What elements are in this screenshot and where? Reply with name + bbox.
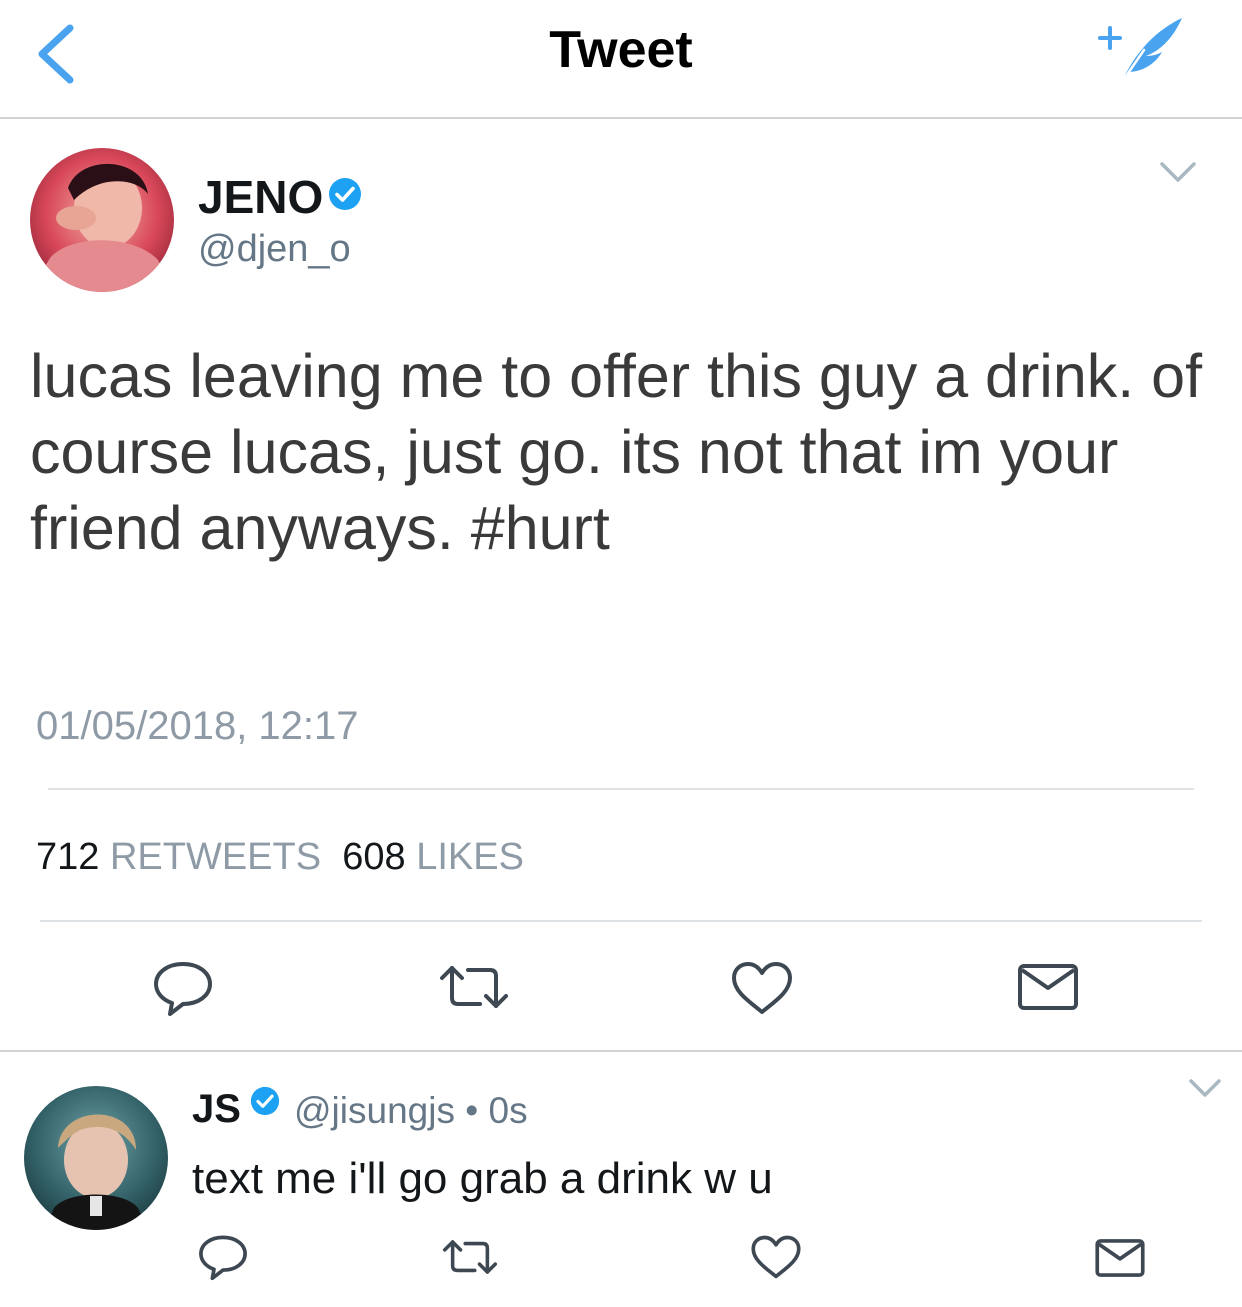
author-name[interactable]: JENO <box>198 170 323 224</box>
likes-stat[interactable]: 608 LIKES <box>342 836 524 878</box>
page-title: Tweet <box>549 21 693 79</box>
avatar-image <box>24 1086 168 1230</box>
reply-meta: @jisungjs • 0s <box>294 1090 528 1132</box>
reply-like-button[interactable] <box>750 1234 802 1280</box>
like-icon <box>751 1235 801 1279</box>
divider <box>0 1050 1242 1052</box>
compose-tweet-button[interactable] <box>1092 10 1188 90</box>
reply-options-button[interactable] <box>1186 1074 1224 1104</box>
tweet-body: lucas leaving me to offer this guy a dri… <box>30 338 1220 566</box>
reply-text: text me i'll go grab a drink w u <box>192 1154 773 1203</box>
reply-retweet-button[interactable] <box>440 1236 500 1278</box>
reply-icon <box>199 1235 247 1281</box>
like-label: LIKES <box>416 836 524 878</box>
like-button[interactable] <box>730 960 794 1016</box>
verified-badge-icon <box>250 1086 280 1116</box>
avatar[interactable] <box>30 148 174 292</box>
retweet-count: 712 <box>36 836 100 878</box>
direct-message-icon <box>1095 1239 1145 1277</box>
retweet-icon <box>442 1240 498 1274</box>
reply-icon <box>154 962 212 1016</box>
verified-badge-icon <box>328 177 362 211</box>
tweet-text: lucas leaving me to offer this guy a dri… <box>30 342 1203 562</box>
reply-button[interactable] <box>150 958 216 1018</box>
tweet-timestamp: 01/05/2018, 12:17 <box>36 704 359 748</box>
direct-message-icon <box>1018 964 1078 1010</box>
reply-author-name[interactable]: JS <box>192 1087 241 1132</box>
engagement-stats: 712 RETWEETS 608 LIKES <box>36 836 524 879</box>
retweets-stat[interactable]: 712 RETWEETS <box>36 836 321 878</box>
like-icon <box>732 962 792 1014</box>
author-handle[interactable]: @djen_o <box>198 228 351 271</box>
reply-direct-message-button[interactable] <box>1094 1236 1146 1280</box>
chevron-down-icon <box>1189 1079 1221 1097</box>
like-count: 608 <box>342 836 406 878</box>
hashtag-link[interactable]: #hurt <box>471 494 610 562</box>
direct-message-button[interactable] <box>1016 962 1080 1012</box>
reply-reply-button[interactable] <box>196 1232 250 1282</box>
retweet-label: RETWEETS <box>109 836 322 878</box>
retweet-button[interactable] <box>436 962 512 1012</box>
reply-avatar[interactable] <box>24 1086 168 1230</box>
compose-tweet-icon <box>1098 18 1182 84</box>
chevron-down-icon <box>1160 162 1196 182</box>
tweet-options-button[interactable] <box>1156 156 1200 190</box>
reply-time: 0s <box>488 1090 528 1131</box>
meta-separator: • <box>465 1090 479 1131</box>
avatar-image <box>30 148 174 292</box>
divider <box>48 788 1194 790</box>
divider <box>40 920 1202 922</box>
retweet-icon <box>440 966 508 1008</box>
reply-author-handle[interactable]: @jisungjs <box>294 1090 455 1131</box>
